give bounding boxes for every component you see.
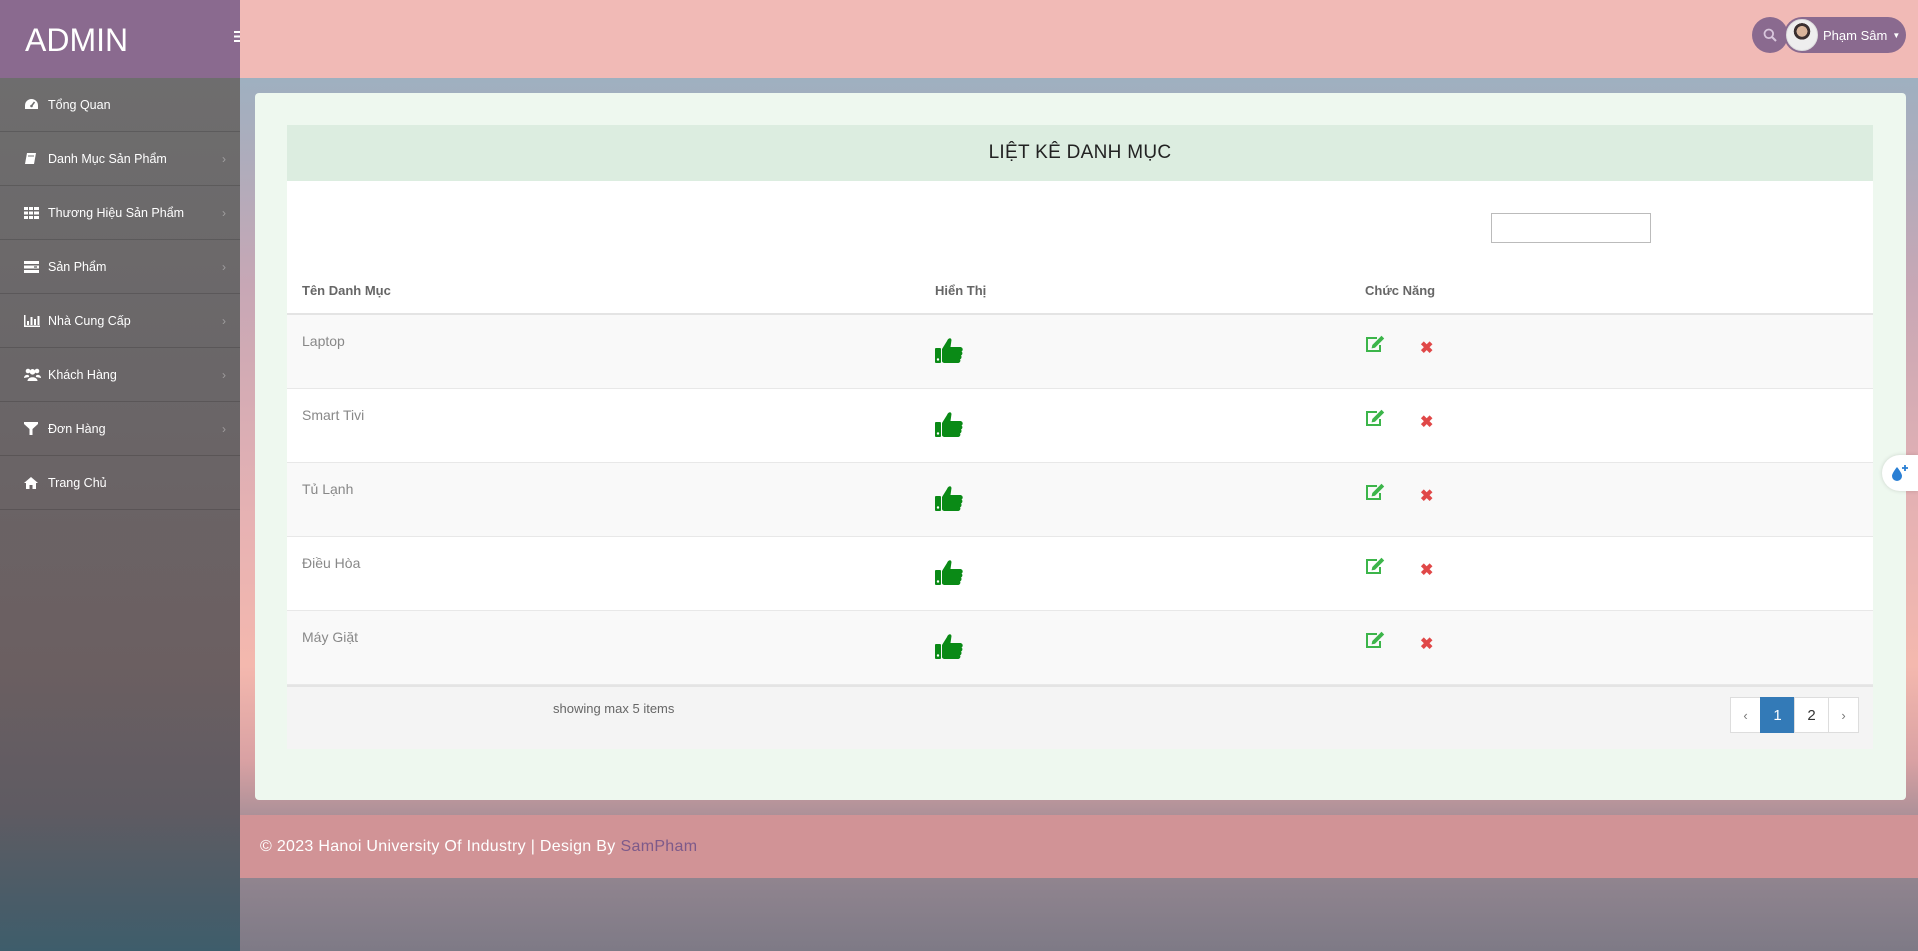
edit-icon[interactable] [1365, 409, 1385, 432]
chevron-right-icon: › [222, 259, 226, 274]
sidebar: ADMIN Tổng Quan Danh Mục Sản Phẩm › Thươ… [0, 0, 255, 951]
delete-icon[interactable]: ✖ [1420, 338, 1433, 358]
chevron-right-icon: › [222, 313, 226, 328]
search-button[interactable] [1752, 17, 1788, 53]
sidebar-item-suppliers[interactable]: Nhà Cung Cấp › [0, 294, 240, 348]
delete-icon[interactable]: ✖ [1420, 634, 1433, 654]
avatar [1786, 19, 1818, 51]
delete-icon[interactable]: ✖ [1420, 560, 1433, 580]
caret-down-icon: ▼ [1892, 30, 1901, 40]
users-icon [24, 368, 42, 381]
chevron-right-icon: › [222, 151, 226, 166]
main-panel: LIỆT KÊ DANH MỤC Tên Danh Mục Hiển Thị C… [255, 93, 1906, 800]
edit-icon[interactable] [1365, 335, 1385, 358]
thumbs-up-icon[interactable] [935, 633, 963, 664]
thumbs-up-icon[interactable] [935, 559, 963, 590]
user-menu-dropdown[interactable]: Phạm Sâm ▼ [1784, 17, 1906, 53]
pagination-next-button[interactable]: › [1828, 697, 1859, 733]
delete-icon[interactable]: ✖ [1420, 412, 1433, 432]
sidebar-item-label: Nhà Cung Cấp [48, 313, 131, 328]
table-row: Điều Hòa ✖ [287, 537, 1873, 611]
top-header: Phạm Sâm ▼ [240, 0, 1918, 78]
category-name: Tủ Lạnh [302, 481, 354, 497]
table-row: Smart Tivi ✖ [287, 389, 1873, 463]
sidebar-item-orders[interactable]: Đơn Hàng › [0, 402, 240, 456]
delete-icon[interactable]: ✖ [1420, 486, 1433, 506]
thumbs-up-icon[interactable] [935, 485, 963, 516]
home-icon [24, 476, 42, 489]
sidebar-item-label: Đơn Hàng [48, 421, 106, 436]
pagination-page-1[interactable]: 1 [1760, 697, 1795, 733]
category-name: Smart Tivi [302, 407, 365, 423]
chevron-right-icon: › [222, 205, 226, 220]
table-search-input[interactable] [1491, 213, 1651, 243]
filter-icon [24, 422, 42, 435]
edit-icon[interactable] [1365, 631, 1385, 654]
footer-copyright: © 2023 Hanoi University Of Industry | De… [260, 837, 616, 855]
water-drop-icon [1892, 465, 1908, 481]
thumbs-up-icon[interactable] [935, 411, 963, 442]
category-table-panel: LIỆT KÊ DANH MỤC Tên Danh Mục Hiển Thị C… [287, 125, 1873, 749]
bar-chart-icon [24, 314, 42, 327]
tasks-icon [24, 260, 42, 273]
floating-widget-button[interactable] [1882, 455, 1918, 491]
sidebar-item-home[interactable]: Trang Chủ [0, 456, 240, 510]
user-name: Phạm Sâm [1823, 27, 1888, 43]
table-title: LIỆT KÊ DANH MỤC [287, 125, 1873, 181]
grid-icon [24, 206, 42, 219]
footer-author-link[interactable]: SamPham [621, 838, 698, 856]
sidebar-item-label: Khách Hàng [48, 367, 117, 382]
column-header-name: Tên Danh Mục [302, 283, 391, 298]
column-header-actions: Chức Năng [1365, 283, 1436, 298]
sidebar-item-label: Trang Chủ [48, 475, 107, 490]
sidebar-item-label: Thương Hiệu Sản Phẩm [48, 205, 185, 220]
pagination-page-2[interactable]: 2 [1794, 697, 1829, 733]
pagination: ‹ 1 2 › [1730, 697, 1859, 733]
sidebar-item-product-categories[interactable]: Danh Mục Sản Phẩm › [0, 132, 240, 186]
sidebar-item-label: Tổng Quan [48, 97, 111, 112]
sidebar-item-label: Sản Phẩm [48, 259, 107, 274]
edit-icon[interactable] [1365, 483, 1385, 506]
table-footer: showing max 5 items ‹ 1 2 › [287, 685, 1873, 749]
sidebar-item-products[interactable]: Sản Phẩm › [0, 240, 240, 294]
sidebar-item-overview[interactable]: Tổng Quan [0, 78, 240, 132]
brand-logo: ADMIN [0, 0, 255, 78]
table-header: Tên Danh Mục Hiển Thị Chức Năng [287, 271, 1873, 315]
sidebar-item-label: Danh Mục Sản Phẩm [48, 151, 167, 166]
pagination-prev-button[interactable]: ‹ [1730, 697, 1761, 733]
dashboard-icon [24, 98, 42, 111]
edit-icon[interactable] [1365, 557, 1385, 580]
category-name: Điều Hòa [302, 555, 361, 571]
category-name: Máy Giặt [302, 629, 359, 645]
chevron-right-icon: › [222, 367, 226, 382]
sidebar-item-product-brands[interactable]: Thương Hiệu Sản Phẩm › [0, 186, 240, 240]
table-row: Laptop ✖ [287, 315, 1873, 389]
book-icon [24, 152, 42, 165]
sidebar-item-customers[interactable]: Khách Hàng › [0, 348, 240, 402]
brand-title: ADMIN [25, 22, 129, 58]
column-header-visible: Hiển Thị [935, 283, 987, 298]
table-row: Tủ Lạnh ✖ [287, 463, 1873, 537]
table-body: Laptop ✖ Smart Tivi ✖ Tủ Lạnh ✖ Điều Hòa… [287, 315, 1873, 685]
search-icon [1763, 28, 1777, 42]
page-footer: © 2023 Hanoi University Of Industry | De… [240, 815, 1918, 878]
showing-count-text: showing max 5 items [553, 701, 675, 716]
thumbs-up-icon[interactable] [935, 337, 963, 368]
table-row: Máy Giặt ✖ [287, 611, 1873, 685]
chevron-right-icon: › [222, 421, 226, 436]
category-name: Laptop [302, 333, 345, 349]
